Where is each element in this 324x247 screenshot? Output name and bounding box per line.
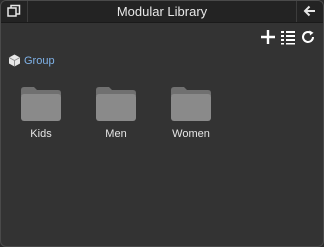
folder-kids[interactable]: Kids bbox=[11, 86, 71, 146]
add-button[interactable] bbox=[259, 28, 277, 46]
folder-icon bbox=[96, 87, 136, 121]
toolbar bbox=[259, 28, 315, 46]
list-view-button[interactable] bbox=[279, 28, 297, 46]
folder-men[interactable]: Men bbox=[86, 86, 146, 146]
folder-women[interactable]: Women bbox=[161, 86, 221, 146]
breadcrumb-group-label: Group bbox=[24, 55, 55, 67]
plus-icon bbox=[261, 30, 275, 44]
folder-label: Kids bbox=[30, 128, 52, 140]
title-bar: Modular Library bbox=[1, 1, 323, 23]
window-title: Modular Library bbox=[116, 4, 208, 19]
back-button[interactable] bbox=[296, 1, 323, 22]
library-window: Modular Library Group Kids Men Women bbox=[0, 0, 324, 247]
arrow-left-icon bbox=[303, 5, 315, 17]
cube-icon bbox=[8, 54, 21, 67]
folder-icon bbox=[171, 87, 211, 121]
folder-label: Women bbox=[172, 128, 210, 140]
refresh-button[interactable] bbox=[299, 28, 317, 46]
list-view-icon bbox=[281, 31, 295, 45]
folder-label: Men bbox=[105, 128, 127, 140]
folder-icon bbox=[21, 87, 61, 121]
refresh-icon bbox=[302, 30, 314, 43]
